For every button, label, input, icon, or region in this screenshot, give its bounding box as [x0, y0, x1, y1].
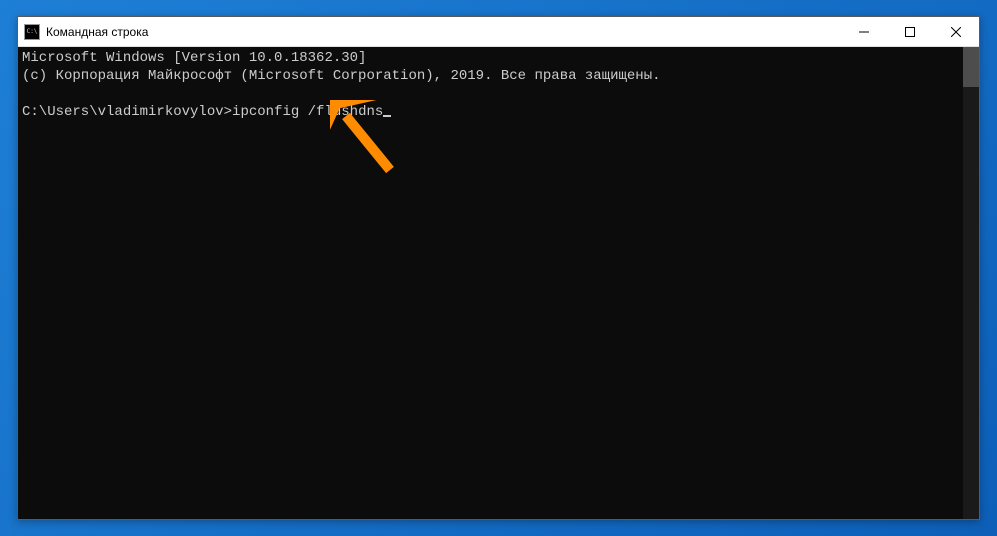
maximize-button[interactable] [887, 17, 933, 46]
window-title: Командная строка [46, 25, 841, 39]
prompt-text: C:\Users\vladimirkovylov> [22, 104, 232, 120]
command-input[interactable]: ipconfig /flushdns [232, 104, 383, 120]
window-controls [841, 17, 979, 46]
copyright-line: (c) Корпорация Майкрософт (Microsoft Cor… [22, 68, 661, 84]
cmd-icon: C:\ [24, 24, 40, 40]
version-line: Microsoft Windows [Version 10.0.18362.30… [22, 50, 366, 66]
close-button[interactable] [933, 17, 979, 46]
scrollbar-thumb[interactable] [963, 47, 979, 87]
terminal-output: Microsoft Windows [Version 10.0.18362.30… [18, 47, 979, 123]
minimize-icon [859, 27, 869, 37]
maximize-icon [905, 27, 915, 37]
title-bar[interactable]: C:\ Командная строка [18, 17, 979, 47]
terminal-area[interactable]: Microsoft Windows [Version 10.0.18362.30… [18, 47, 979, 519]
vertical-scrollbar[interactable] [963, 47, 979, 519]
text-cursor [383, 115, 391, 117]
close-icon [951, 27, 961, 37]
command-prompt-window: C:\ Командная строка Microsoft Windows [… [17, 16, 980, 520]
minimize-button[interactable] [841, 17, 887, 46]
